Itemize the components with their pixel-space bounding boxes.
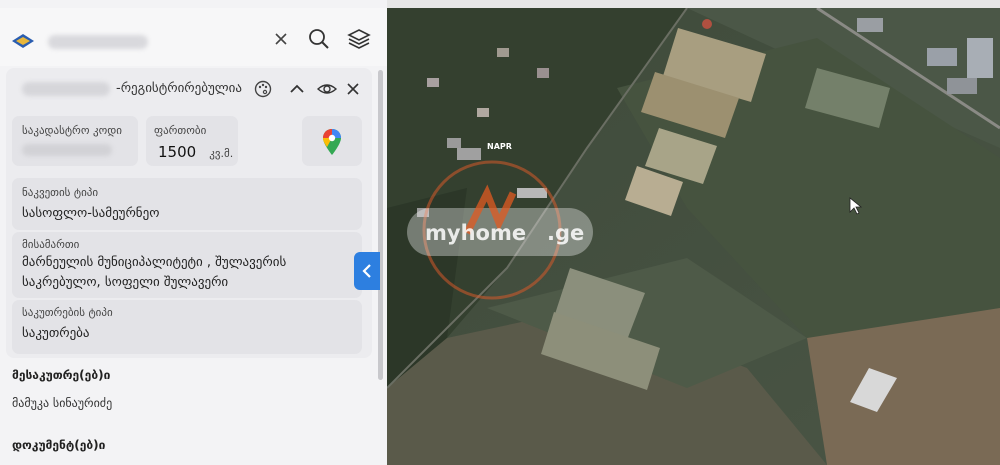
- address-line2: საკრებულო, სოფელი შულავერი: [22, 275, 229, 290]
- google-maps-button[interactable]: [302, 116, 362, 166]
- area-value: 1500: [158, 143, 197, 161]
- owner-name: მამუკა სინაურიძე: [12, 396, 113, 410]
- ownership-type-value: საკუთრება: [22, 326, 90, 341]
- redacted-header-text: [48, 35, 148, 49]
- search-icon[interactable]: [306, 26, 332, 52]
- land-type-box: ნაკვეთის ტიპი სასოფლო-სამეურნეო: [12, 178, 362, 230]
- close-card-icon[interactable]: [340, 76, 366, 102]
- chevron-left-icon: [362, 264, 371, 278]
- area-box: ფართობი 1500 კვ.მ.: [146, 116, 238, 166]
- satellite-map[interactable]: NAPR myhome .ge: [387, 8, 1000, 465]
- layers-icon[interactable]: [346, 26, 372, 52]
- panel-header: [0, 8, 387, 66]
- ownership-type-box: საკუთრების ტიპი საკუთრება: [12, 300, 362, 354]
- documents-title[interactable]: დოკუმენტ(ებ)ი: [12, 438, 105, 452]
- watermark-brand: myhome: [425, 221, 527, 245]
- address-box: მისამართი მარნეულის მუნიციპალიტეტი , შულ…: [12, 232, 362, 298]
- redacted-cadastral-code: [22, 144, 112, 156]
- address-label: მისამართი: [22, 238, 80, 251]
- address-line1: მარნეულის მუნიციპალიტეტი , შულავერის: [22, 255, 287, 270]
- panel-scrollbar[interactable]: [378, 70, 383, 380]
- area-label: ფართობი: [154, 124, 207, 137]
- eye-icon[interactable]: [314, 76, 340, 102]
- map-pin-icon: [323, 129, 341, 155]
- area-unit: კვ.მ.: [209, 147, 234, 160]
- parcel-card: -რეგისტრირებულია საკადასტრო კოდი ფართობი…: [6, 68, 372, 358]
- palette-icon[interactable]: [250, 76, 276, 102]
- land-type-label: ნაკვეთის ტიპი: [22, 186, 99, 199]
- napr-logo-icon: [12, 34, 34, 48]
- redacted-parcel-id: [22, 82, 110, 96]
- chevron-up-icon[interactable]: [284, 76, 310, 102]
- cadastral-code-label: საკადასტრო კოდი: [22, 124, 122, 137]
- napr-map-label: NAPR: [487, 142, 512, 151]
- parcel-card-header: -რეგისტრირებულია: [6, 68, 372, 110]
- cadastral-code-box: საკადასტრო კოდი: [12, 116, 138, 166]
- owners-title: მესაკუთრე(ებ)ი: [12, 368, 111, 382]
- close-icon[interactable]: [268, 26, 294, 52]
- area-value-row: 1500 კვ.მ.: [158, 142, 233, 161]
- ownership-type-label: საკუთრების ტიპი: [22, 306, 113, 319]
- land-type-value: სასოფლო-სამეურნეო: [22, 206, 160, 221]
- registration-status: -რეგისტრირებულია: [116, 81, 242, 96]
- parcel-info-panel: -რეგისტრირებულია საკადასტრო კოდი ფართობი…: [0, 0, 387, 465]
- watermark-tld: .ge: [547, 221, 585, 245]
- collapse-panel-button[interactable]: [354, 252, 380, 290]
